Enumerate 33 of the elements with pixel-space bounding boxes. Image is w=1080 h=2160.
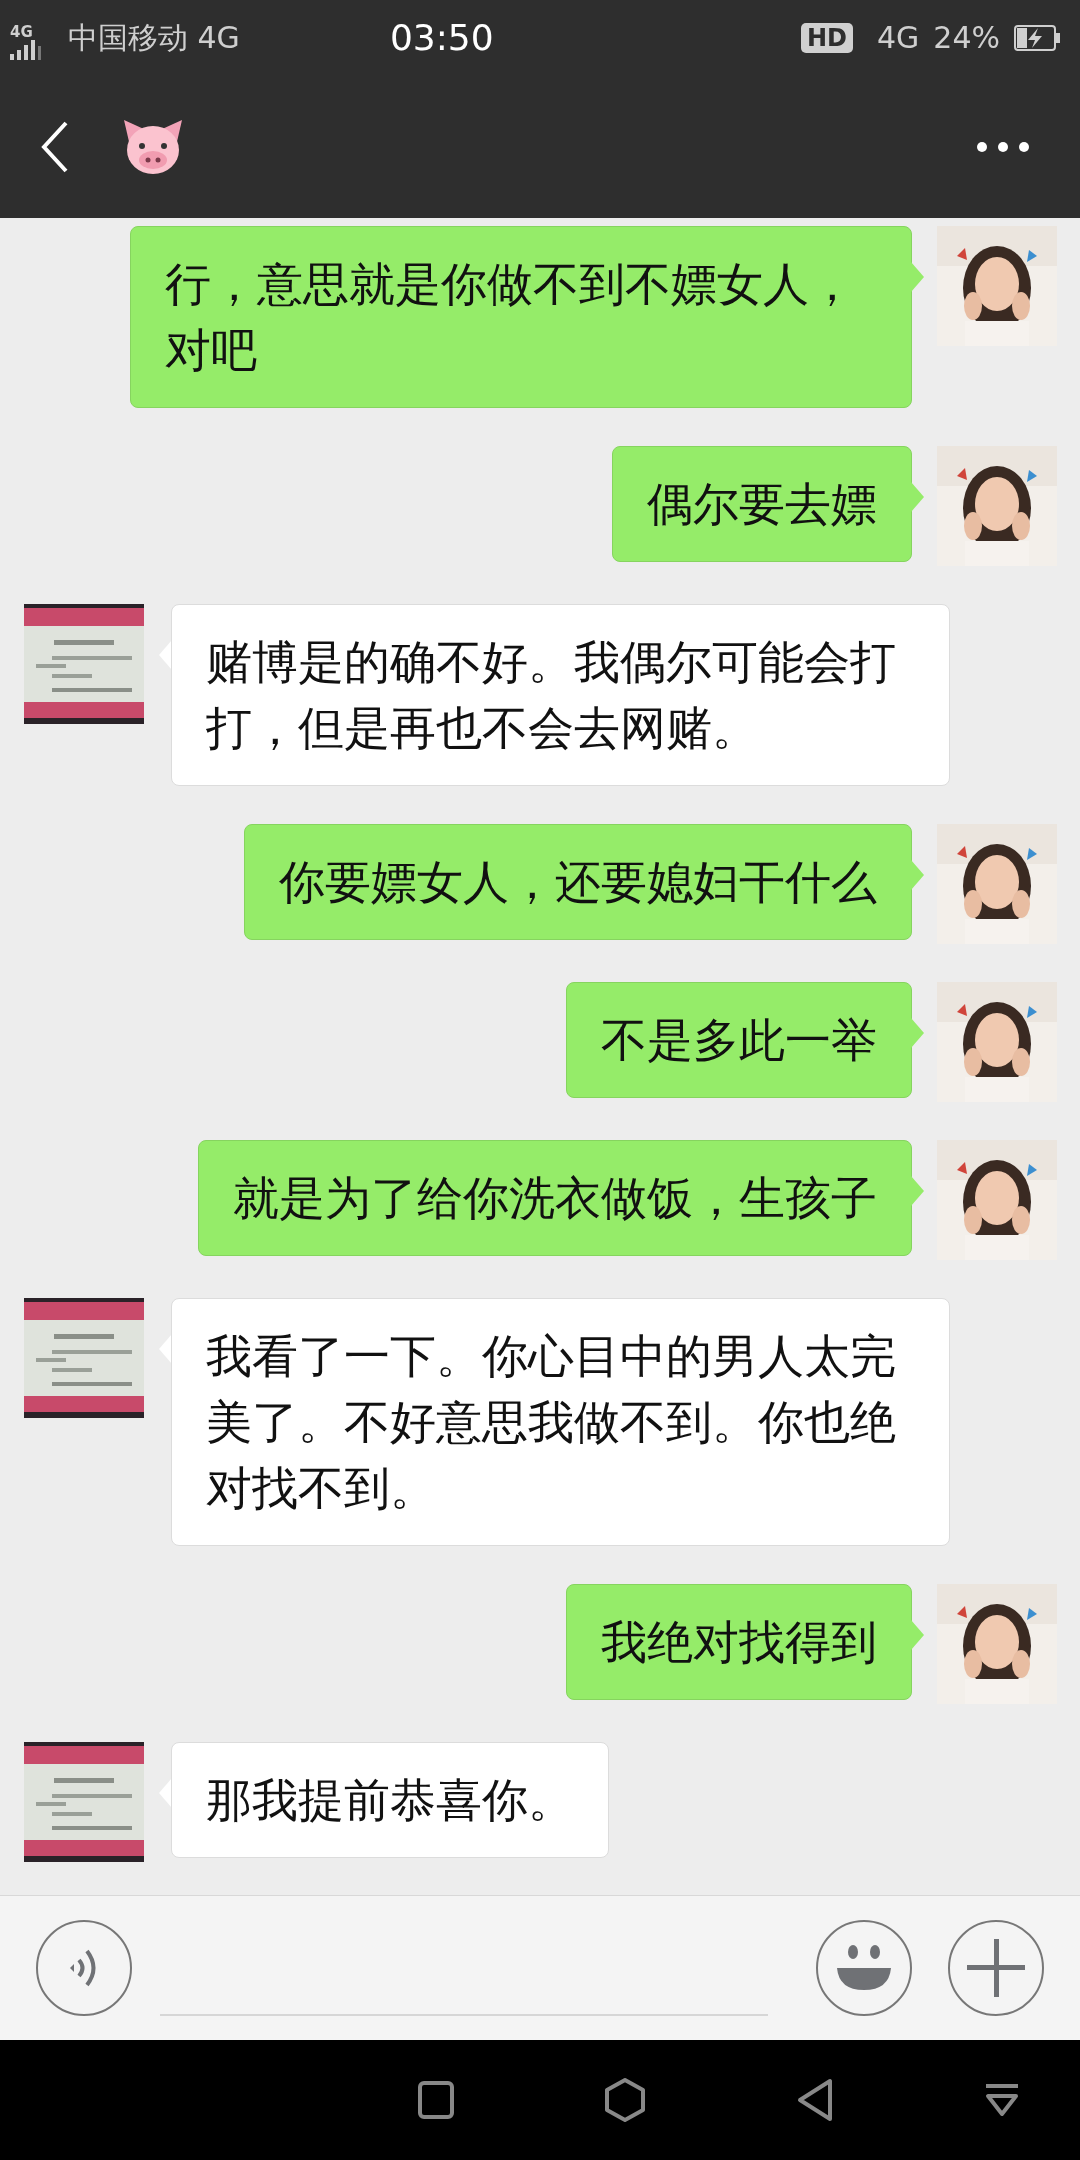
smiley-icon <box>835 1944 893 1992</box>
hd-badge: HD <box>800 22 853 53</box>
bubble-tail <box>911 1620 925 1650</box>
bubble-tail <box>911 860 925 890</box>
sent-message-bubble: 行，意思就是你做不到不嫖女人，对吧 <box>130 226 912 408</box>
received-message-bubble: 那我提前恭喜你。 <box>171 1742 609 1858</box>
bubble-tail <box>911 1018 925 1048</box>
add-button[interactable] <box>948 1920 1044 2016</box>
signal-type-label: 4G <box>10 25 34 40</box>
bubble-tail <box>911 262 925 292</box>
home-icon[interactable] <box>604 2078 646 2122</box>
clock: 03:50 <box>389 15 494 60</box>
sent-message-bubble: 偶尔要去嫖 <box>612 446 912 562</box>
sent-message-bubble: 我绝对找得到 <box>566 1584 912 1700</box>
back-nav-icon[interactable] <box>796 2078 834 2122</box>
voice-input-button[interactable] <box>36 1920 132 2016</box>
battery-percent: 24% <box>933 19 1000 57</box>
sent-message-bubble: 就是为了给你洗衣做饭，生孩子 <box>198 1140 912 1256</box>
notification-pull-icon[interactable] <box>984 2082 1020 2118</box>
bubble-tail <box>911 1176 925 1206</box>
sent-message-bubble: 不是多此一举 <box>566 982 912 1098</box>
received-message-bubble: 我看了一下。你心目中的男人太完美了。不好意思我做不到。你也绝对找不到。 <box>171 1298 950 1546</box>
plus-icon <box>967 1939 1025 1997</box>
carrier-label: 中国移动 4G <box>68 19 240 57</box>
received-message-bubble: 赌博是的确不好。我偶尔可能会打打，但是再也不会去网赌。 <box>171 604 950 786</box>
bubble-tail <box>911 482 925 512</box>
recent-apps-icon[interactable] <box>418 2081 454 2119</box>
emoji-button[interactable] <box>816 1920 912 2016</box>
back-icon[interactable] <box>40 120 70 173</box>
network-label: 4G <box>876 19 920 57</box>
more-options-icon[interactable] <box>976 140 1030 153</box>
sent-message-bubble: 你要嫖女人，还要媳妇干什么 <box>244 824 912 940</box>
battery-charging-icon <box>1014 24 1060 51</box>
